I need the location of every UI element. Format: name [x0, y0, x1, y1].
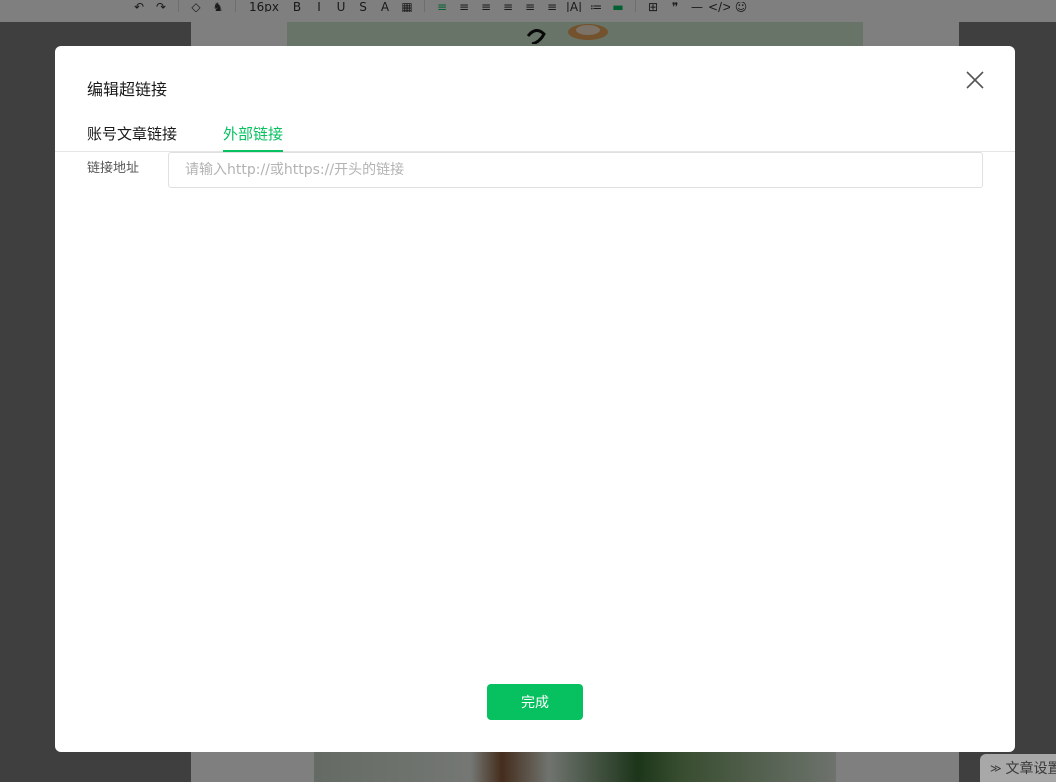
edit-hyperlink-dialog: 编辑超链接 账号文章链接 外部链接 链接地址 完成 [55, 46, 1015, 752]
dialog-title: 编辑超链接 [87, 80, 168, 99]
url-field-label: 链接地址 [87, 161, 140, 176]
close-button[interactable] [959, 64, 991, 96]
url-input[interactable] [168, 152, 983, 188]
close-icon [966, 71, 984, 89]
article-settings-tab[interactable]: ≫ 文章设置 [980, 754, 1056, 782]
link-type-tabs: 账号文章链接 外部链接 [55, 122, 1015, 152]
tab-account-article-link[interactable]: 账号文章链接 [87, 122, 177, 152]
double-chevron-down-icon: ≫ [990, 761, 1002, 775]
done-button[interactable]: 完成 [487, 684, 583, 720]
tab-external-link[interactable]: 外部链接 [223, 122, 284, 152]
article-settings-label: 文章设置 [1005, 761, 1056, 777]
